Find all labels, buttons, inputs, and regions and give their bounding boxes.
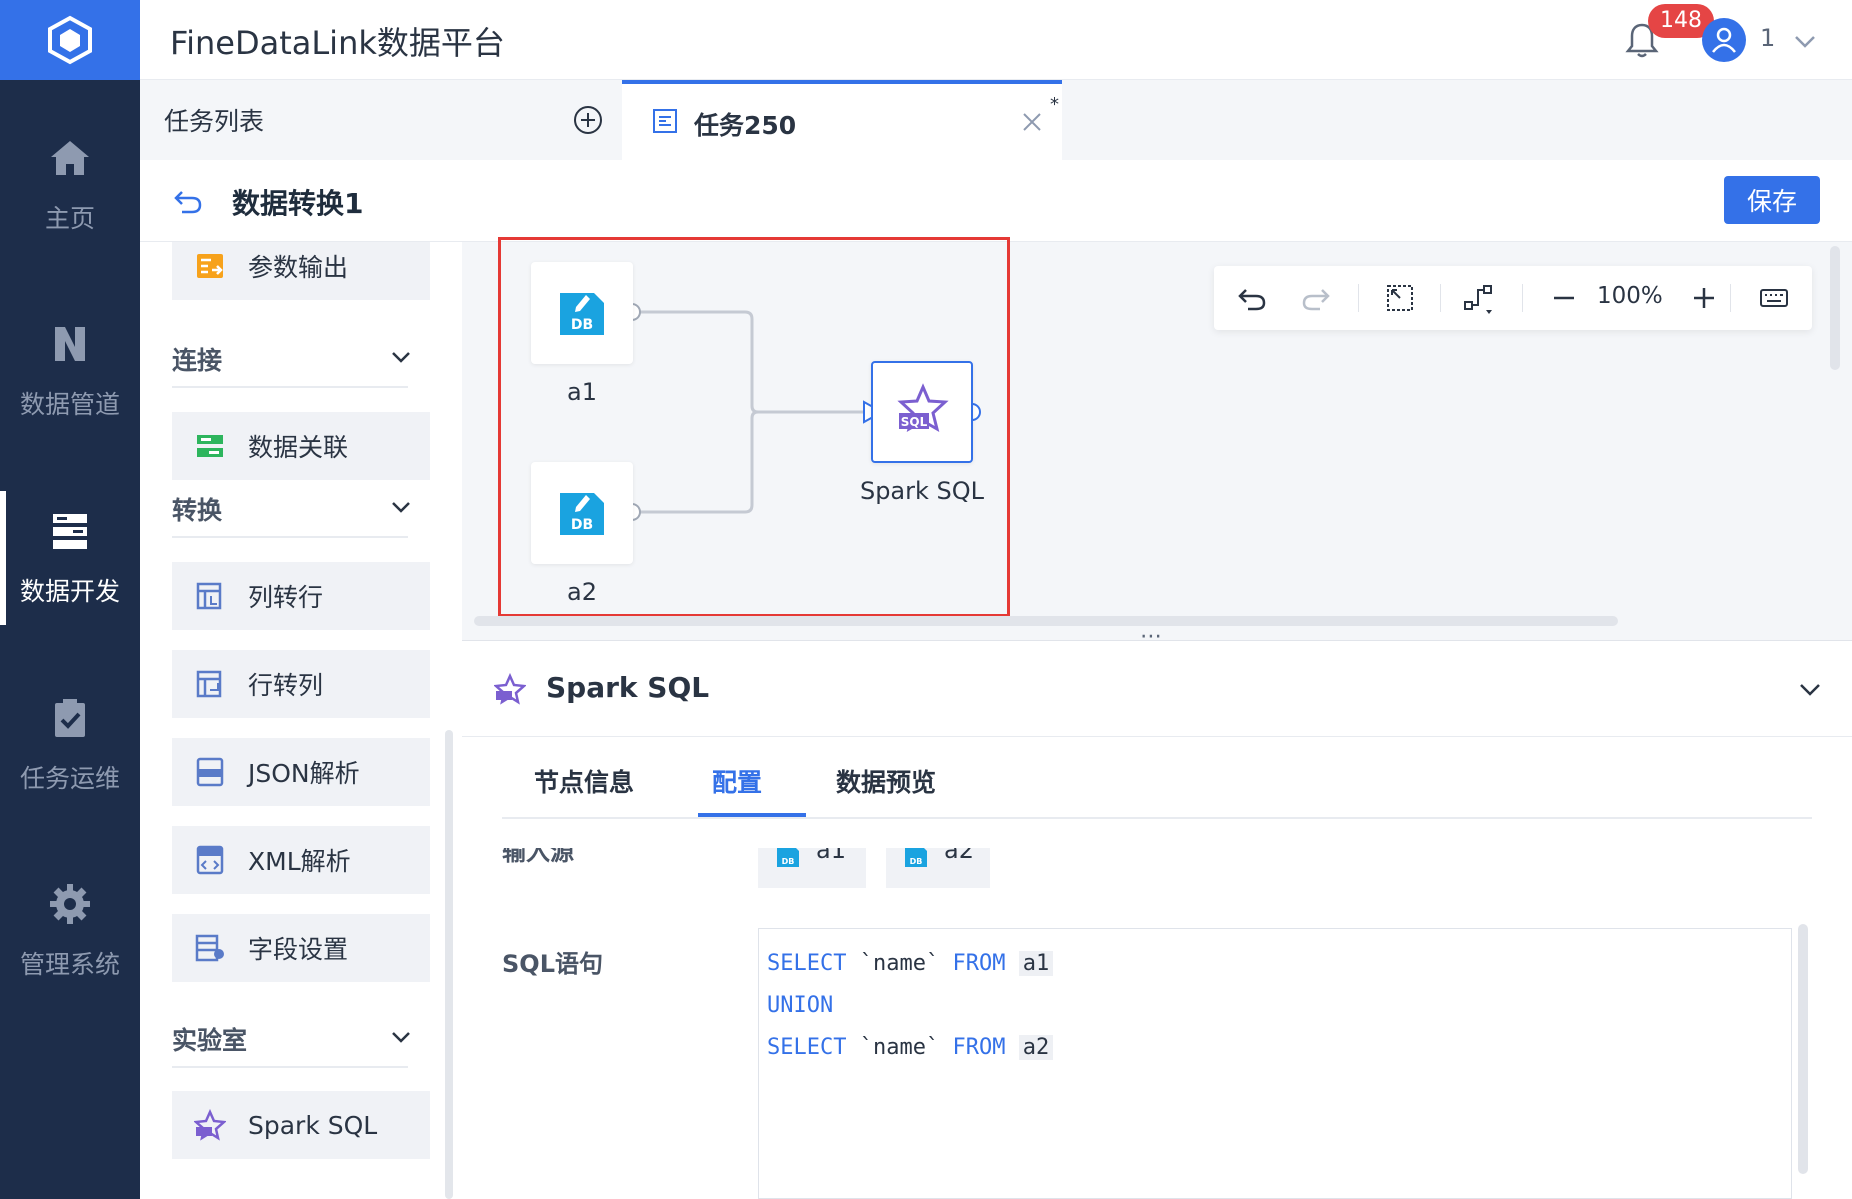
config-scrollbar[interactable] [1798,924,1808,1174]
tab-node-info[interactable]: 节点信息 [534,763,634,799]
sql-table: a2 [1018,1035,1054,1060]
canvas-v-scrollbar[interactable] [1830,246,1840,370]
toolbar-divider [1522,284,1523,312]
input-source-label: 输入源 [502,848,574,866]
highlight-box [498,237,1010,617]
properties-title: Spark SQL [546,671,710,704]
tab-data-preview[interactable]: 数据预览 [836,763,936,799]
toolbar-divider [1440,284,1441,312]
db-icon: DB [905,848,927,867]
chip-label: a2 [944,848,974,864]
input-source-chip-a2[interactable]: DB a2 [886,848,990,888]
input-source-chip-a1[interactable]: DB a1 [758,848,866,888]
sql-label: SQL语句 [502,950,603,978]
sql-table: a1 [1018,951,1054,976]
active-tab-indicator [698,813,806,817]
zoom-in-icon[interactable] [1688,282,1720,314]
sql-keyword: FROM [952,1035,1006,1060]
redo-icon[interactable] [1300,282,1332,314]
svg-text:DB: DB [782,857,795,866]
db-icon: DB [777,848,799,867]
sql-line: SELECT `name` FROM a2 [767,1027,1783,1069]
toolbar-divider [1730,284,1731,312]
sql-keyword: SELECT [767,951,847,976]
sql-keyword: FROM [952,951,1006,976]
canvas-h-scrollbar[interactable] [474,616,1618,626]
keyboard-icon[interactable] [1758,282,1790,314]
canvas-toolbar: 100% [1214,266,1812,330]
sql-field: `name` [859,951,940,976]
chip-label: a1 [816,848,846,864]
properties-tabs: 节点信息 配置 数据预览 [502,739,1812,819]
sql-editor[interactable]: SELECT `name` FROM a1 UNION SELECT `name… [758,928,1792,1199]
sql-keyword: SELECT [767,1035,847,1060]
spark-sql-icon [494,673,526,705]
tab-config[interactable]: 配置 [712,763,762,799]
sql-field: `name` [859,1035,940,1060]
sql-keyword: UNION [767,993,834,1018]
sql-line: SELECT `name` FROM a1 [767,943,1783,985]
fit-view-icon[interactable] [1384,282,1416,314]
sql-line: UNION [767,985,1783,1027]
toolbar-divider [1358,284,1359,312]
chevron-down-icon[interactable] [1794,673,1826,705]
properties-header: Spark SQL [462,641,1852,737]
zoom-level: 100% [1597,283,1663,309]
undo-icon[interactable] [1236,282,1268,314]
svg-text:DB: DB [910,857,923,866]
zoom-out-icon[interactable] [1548,282,1580,314]
layout-icon[interactable] [1462,282,1494,314]
input-source-row: 输入源 [462,848,1852,888]
